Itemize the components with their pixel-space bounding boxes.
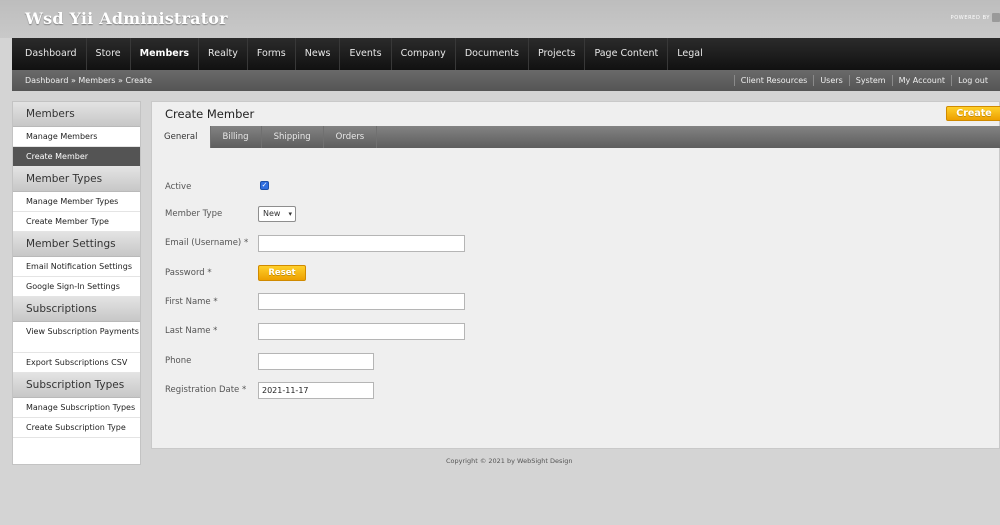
sub-bar: Dashboard » Members » Create Client Reso… bbox=[12, 70, 1000, 91]
header-bar: Wsd Yii Administrator POWERED BY bbox=[0, 0, 1000, 38]
sidebar-header-subscription-types: Subscription Types bbox=[13, 373, 140, 398]
tab-bar: General Billing Shipping Orders bbox=[152, 126, 1000, 148]
active-checkbox[interactable]: ✓ bbox=[260, 181, 269, 190]
phone-label: Phone bbox=[165, 356, 192, 366]
sidebar-item-manage-subscription-types[interactable]: Manage Subscription Types bbox=[13, 398, 140, 418]
main-nav: Dashboard Store Members Realty Forms New… bbox=[12, 38, 1000, 70]
nav-item-projects[interactable]: Projects bbox=[529, 38, 586, 70]
sidebar-item-google-sign-in-settings[interactable]: Google Sign-In Settings bbox=[13, 277, 140, 297]
my-account-link[interactable]: My Account bbox=[891, 75, 951, 86]
member-type-label: Member Type bbox=[165, 209, 223, 219]
email-field[interactable] bbox=[258, 235, 465, 252]
sidebar-header-subscriptions: Subscriptions bbox=[13, 297, 140, 322]
member-type-value: New bbox=[263, 209, 281, 218]
nav-item-store[interactable]: Store bbox=[87, 38, 131, 70]
chevron-down-icon: ▾ bbox=[288, 210, 292, 218]
system-link[interactable]: System bbox=[848, 75, 892, 86]
email-label: Email (Username) * bbox=[165, 238, 249, 248]
phone-field[interactable] bbox=[258, 353, 374, 370]
utility-links: Client Resources Users System My Account… bbox=[733, 70, 994, 91]
sidebar-header-member-types: Member Types bbox=[13, 167, 140, 192]
password-label: Password * bbox=[165, 268, 212, 278]
nav-item-realty[interactable]: Realty bbox=[199, 38, 248, 70]
nav-item-news[interactable]: News bbox=[296, 38, 341, 70]
sidebar-item-manage-members[interactable]: Manage Members bbox=[13, 127, 140, 147]
sidebar-item-create-subscription-type[interactable]: Create Subscription Type bbox=[13, 418, 140, 438]
sidebar-item-export-subscriptions-csv[interactable]: Export Subscriptions CSV bbox=[13, 353, 140, 373]
registration-date-field[interactable] bbox=[258, 382, 374, 399]
registration-date-label: Registration Date * bbox=[165, 385, 247, 395]
tab-billing[interactable]: Billing bbox=[211, 126, 262, 148]
sidebar-item-view-subscription-payments[interactable]: View Subscription Payments bbox=[13, 322, 140, 353]
sidebar-header-member-settings: Member Settings bbox=[13, 232, 140, 257]
nav-item-documents[interactable]: Documents bbox=[456, 38, 529, 70]
nav-item-members[interactable]: Members bbox=[131, 38, 200, 70]
sidebar-header-members: Members bbox=[13, 102, 140, 127]
last-name-label: Last Name * bbox=[165, 326, 218, 336]
client-resources-link[interactable]: Client Resources bbox=[733, 75, 814, 86]
users-link[interactable]: Users bbox=[813, 75, 848, 86]
log-out-link[interactable]: Log out bbox=[951, 75, 994, 86]
first-name-label: First Name * bbox=[165, 297, 218, 307]
tab-orders[interactable]: Orders bbox=[324, 126, 378, 148]
nav-item-events[interactable]: Events bbox=[340, 38, 392, 70]
active-label: Active bbox=[165, 182, 192, 192]
last-name-field[interactable] bbox=[258, 323, 465, 340]
first-name-field[interactable] bbox=[258, 293, 465, 310]
sidebar-item-manage-member-types[interactable]: Manage Member Types bbox=[13, 192, 140, 212]
nav-item-forms[interactable]: Forms bbox=[248, 38, 296, 70]
footer-copyright: Copyright © 2021 by WebSight Design bbox=[446, 457, 573, 465]
member-type-select[interactable]: New ▾ bbox=[258, 206, 296, 222]
nav-item-company[interactable]: Company bbox=[392, 38, 456, 70]
sidebar-item-email-notification-settings[interactable]: Email Notification Settings bbox=[13, 257, 140, 277]
app-title: Wsd Yii Administrator bbox=[25, 9, 228, 28]
tab-shipping[interactable]: Shipping bbox=[262, 126, 324, 148]
page-title: Create Member bbox=[165, 107, 255, 121]
sidebar-item-create-member[interactable]: Create Member bbox=[13, 147, 140, 167]
sidebar: Members Manage Members Create Member Mem… bbox=[12, 101, 141, 465]
powered-by-logo-icon bbox=[992, 13, 1000, 22]
breadcrumb[interactable]: Dashboard » Members » Create bbox=[25, 70, 152, 91]
create-button[interactable]: Create bbox=[946, 106, 1000, 121]
nav-item-dashboard[interactable]: Dashboard bbox=[16, 38, 87, 70]
nav-item-legal[interactable]: Legal bbox=[668, 38, 711, 70]
powered-by-text: POWERED BY bbox=[950, 15, 990, 21]
tab-general[interactable]: General bbox=[152, 126, 211, 148]
main-panel: Create Member Create General Billing Shi… bbox=[151, 101, 1000, 449]
nav-item-page-content[interactable]: Page Content bbox=[585, 38, 669, 70]
reset-password-button[interactable]: Reset bbox=[258, 265, 306, 281]
sidebar-item-create-member-type[interactable]: Create Member Type bbox=[13, 212, 140, 232]
